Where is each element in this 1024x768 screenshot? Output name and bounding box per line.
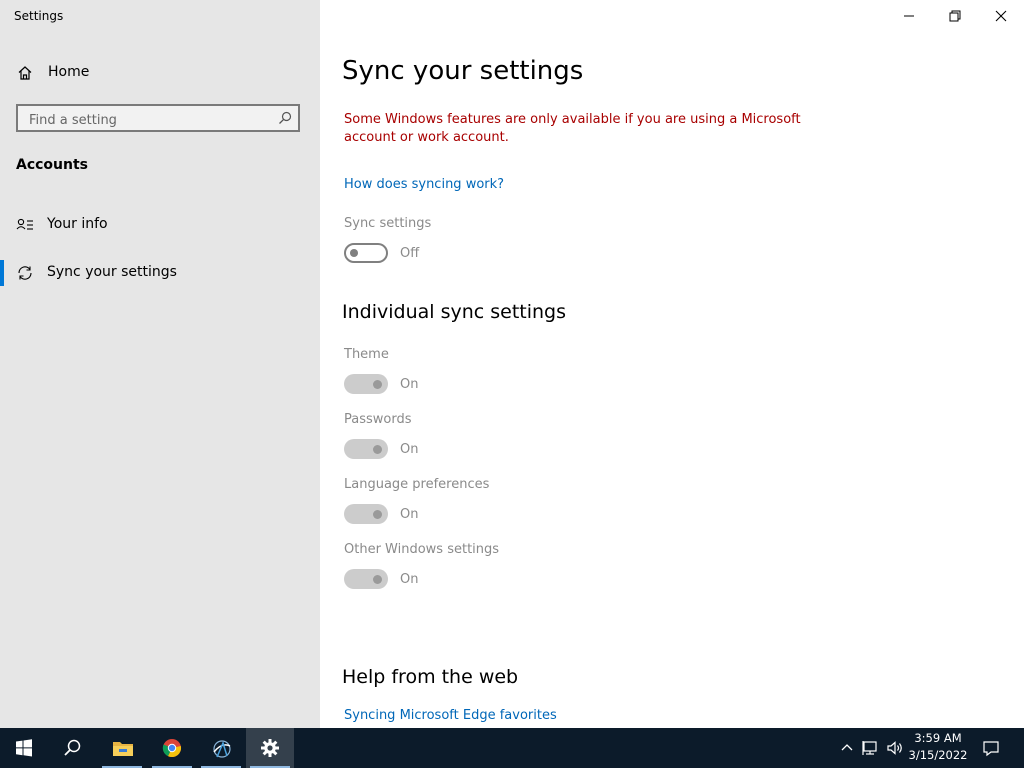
network-icon[interactable]: [862, 739, 880, 757]
passwords-toggle[interactable]: [344, 439, 388, 459]
search-icon: [64, 739, 81, 756]
main-content: Sync your settings Some Windows features…: [320, 0, 1024, 728]
taskbar: [0, 728, 1024, 768]
clock-date: 3/15/2022: [908, 748, 968, 762]
search-box[interactable]: [16, 104, 300, 132]
toggle-knob: [373, 380, 382, 389]
sync-settings-toggle[interactable]: [344, 243, 388, 263]
home-icon: [18, 66, 32, 80]
volume-icon[interactable]: [886, 739, 904, 757]
language-preferences-label: Language preferences: [344, 477, 490, 492]
passwords-label: Passwords: [344, 412, 412, 427]
taskbar-clock[interactable]: 3:59 AM 3/15/2022: [905, 730, 971, 764]
network-app-button[interactable]: [197, 728, 245, 768]
other-windows-settings-label: Other Windows settings: [344, 542, 500, 557]
help-heading: Help from the web: [342, 666, 519, 688]
sidebar-item-label: Sync your settings: [47, 264, 177, 280]
page-title: Sync your settings: [342, 56, 584, 86]
how-syncing-works-link[interactable]: How does syncing work?: [344, 177, 504, 192]
sidebar-item-label: Your info: [47, 216, 108, 232]
other-windows-settings-toggle[interactable]: [344, 569, 388, 589]
sidebar-item-sync-settings[interactable]: Sync your settings: [0, 258, 320, 288]
section-heading-accounts: Accounts: [16, 157, 89, 173]
individual-sync-heading: Individual sync settings: [342, 301, 567, 323]
chrome-icon: [162, 739, 182, 758]
sync-settings-state: Off: [400, 246, 420, 261]
chrome-button[interactable]: [148, 728, 196, 768]
warning-message: Some Windows features are only available…: [344, 112, 801, 145]
edge-favorites-help-link[interactable]: Syncing Microsoft Edge favorites: [344, 708, 557, 723]
sidebar-item-your-info[interactable]: Your info: [0, 210, 320, 240]
toggle-knob: [373, 510, 382, 519]
sidebar: Settings Home Accounts Your info: [0, 0, 320, 728]
toggle-knob: [350, 249, 358, 257]
settings-taskbar-button[interactable]: [246, 728, 294, 768]
sync-icon: [18, 266, 32, 280]
home-nav-item[interactable]: Home: [0, 60, 320, 86]
person-list-icon: [16, 218, 33, 230]
active-indicator: [0, 260, 4, 286]
theme-state: On: [400, 377, 419, 392]
taskbar-search-button[interactable]: [48, 728, 96, 768]
other-windows-settings-state: On: [400, 572, 419, 587]
theme-toggle[interactable]: [344, 374, 388, 394]
notifications-icon[interactable]: [982, 739, 1000, 757]
language-preferences-state: On: [400, 507, 419, 522]
clock-time: 3:59 AM: [914, 731, 962, 745]
toggle-knob: [373, 575, 382, 584]
sync-settings-label: Sync settings: [344, 216, 432, 231]
file-explorer-icon: [113, 742, 133, 756]
settings-gear-icon: [261, 739, 279, 757]
language-preferences-toggle[interactable]: [344, 504, 388, 524]
start-button[interactable]: [0, 728, 48, 768]
passwords-state: On: [400, 442, 419, 457]
file-explorer-button[interactable]: [98, 728, 146, 768]
windows-start-icon: [16, 739, 32, 757]
theme-label: Theme: [344, 347, 389, 362]
chevron-up-icon[interactable]: [838, 739, 856, 757]
toggle-knob: [373, 445, 382, 454]
search-input[interactable]: [27, 109, 271, 131]
window-title: Settings: [14, 9, 64, 23]
search-icon[interactable]: [278, 111, 292, 125]
home-label: Home: [48, 64, 90, 80]
network-app-icon: [213, 740, 231, 758]
